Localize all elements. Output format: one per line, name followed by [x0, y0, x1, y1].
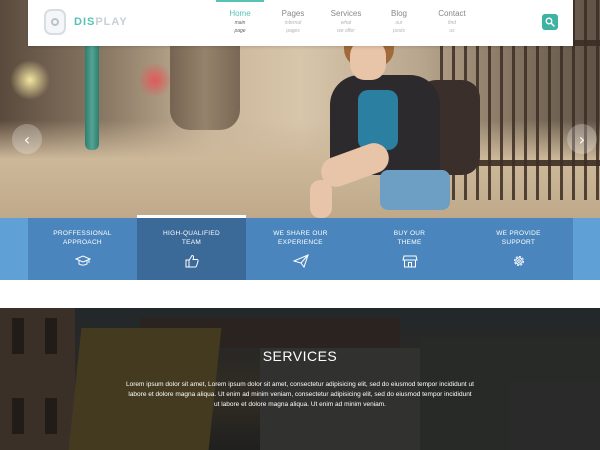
features-row: PROFFESSIONAL APPROACH HIGH-QUALIFIED TE…	[28, 215, 573, 280]
feature-buy-theme[interactable]: BUY OUR THEME	[355, 218, 464, 280]
nav-item-contact[interactable]: Contact find us	[428, 0, 476, 46]
hero-face	[350, 40, 386, 80]
main-nav: Home main page Pages internal pages Serv…	[216, 0, 481, 46]
gear-icon	[513, 256, 524, 266]
hero-top	[358, 90, 398, 150]
services-description: Lorem ipsum dolor sit amet, Lorem ipsum …	[126, 381, 474, 408]
feature-share-experience[interactable]: WE SHARE OUR EXPERIENCE	[246, 218, 355, 280]
thumbs-up-icon	[185, 254, 199, 268]
hero-pole	[85, 30, 99, 150]
logo[interactable]: DISPLAY	[44, 9, 128, 35]
chevron-left-icon: ‹	[23, 129, 31, 149]
feature-provide-support[interactable]: WE PROVIDE SUPPORT	[464, 218, 573, 280]
hero-leg	[310, 180, 332, 218]
hero-bokeh-light	[140, 60, 170, 100]
features-strip: PROFFESSIONAL APPROACH HIGH-QUALIFIED TE…	[0, 215, 600, 280]
feature-high-qualified-team[interactable]: HIGH-QUALIFIED TEAM	[137, 215, 246, 280]
hero-shorts	[380, 170, 450, 210]
services-overlay	[0, 308, 600, 450]
services-title: SERVICES	[262, 348, 338, 364]
slider-prev-button[interactable]: ‹	[12, 124, 42, 154]
chevron-right-icon: ›	[578, 129, 586, 149]
search-button[interactable]	[542, 14, 558, 30]
search-icon	[545, 17, 555, 27]
feature-professional-approach[interactable]: PROFFESSIONAL APPROACH	[28, 218, 137, 280]
shop-icon	[401, 255, 418, 268]
site-header: DISPLAY Home main page Pages internal pa…	[28, 0, 573, 46]
hero-bokeh-light	[10, 60, 50, 100]
paper-plane-icon	[292, 254, 309, 269]
nav-item-pages[interactable]: Pages internal pages	[269, 0, 317, 46]
graduation-cap-icon	[74, 255, 91, 266]
logo-text: DISPLAY	[74, 16, 128, 28]
hero-person	[300, 20, 490, 218]
nav-item-services[interactable]: Services what we offer	[322, 0, 370, 46]
nav-item-home[interactable]: Home main page	[216, 0, 264, 46]
services-section: SERVICES Lorem ipsum dolor sit amet, Lor…	[0, 308, 600, 450]
slider-next-button[interactable]: ›	[567, 124, 597, 154]
logo-icon	[44, 9, 66, 35]
nav-item-blog[interactable]: Blog our posts	[375, 0, 423, 46]
